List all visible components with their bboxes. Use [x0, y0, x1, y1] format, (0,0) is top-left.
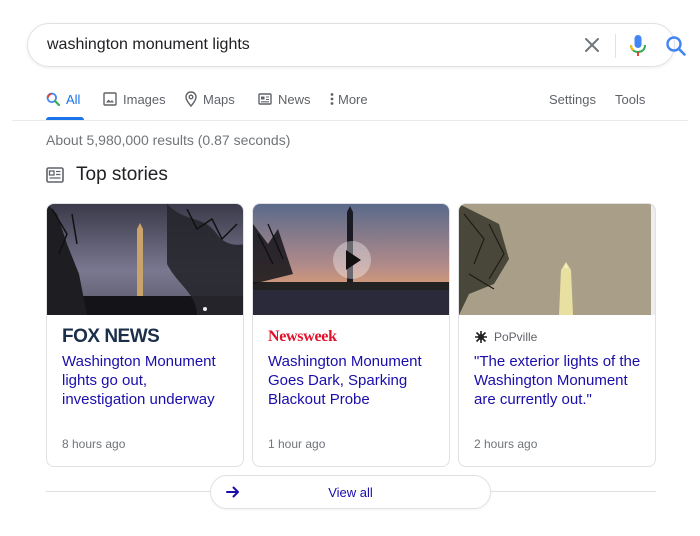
- news-icon: [258, 93, 272, 105]
- tab-maps[interactable]: Maps: [185, 86, 235, 112]
- tools-link[interactable]: Tools: [615, 86, 645, 112]
- newsweek-logo: Newsweek: [268, 328, 337, 345]
- story-headline[interactable]: Washington Monument lights go out, inves…: [62, 352, 232, 409]
- story-headline[interactable]: Washington Monument Goes Dark, Sparking …: [268, 352, 438, 409]
- story-card[interactable]: FOX NEWS Washington Monument lights go o…: [46, 203, 244, 467]
- news-icon: [46, 167, 64, 183]
- story-source: Newsweek: [268, 327, 337, 347]
- search-icon: [46, 92, 60, 106]
- tools-label: Tools: [615, 91, 646, 107]
- more-vert-icon: [330, 93, 334, 105]
- search-tabs: All Images Maps News More Settings Tools: [0, 86, 700, 112]
- story-thumbnail: [459, 204, 655, 315]
- tab-more-label: More: [338, 91, 368, 107]
- tabs-divider: [12, 120, 688, 121]
- clear-icon[interactable]: [582, 35, 602, 55]
- result-stats: About 5,980,000 results (0.87 seconds): [46, 132, 291, 148]
- settings-label: Settings: [549, 91, 596, 107]
- popville-source: PoPville: [474, 330, 537, 344]
- view-all-button[interactable]: View all: [210, 475, 491, 509]
- tab-maps-label: Maps: [203, 91, 235, 107]
- tab-more[interactable]: More: [330, 86, 368, 112]
- fox-news-logo: FOX NEWS: [62, 326, 160, 347]
- source-name: PoPville: [494, 330, 538, 344]
- map-pin-icon: [185, 91, 197, 107]
- tab-all[interactable]: All: [46, 86, 80, 112]
- story-thumbnail: [47, 204, 243, 315]
- top-stories-heading: Top stories: [46, 164, 168, 186]
- story-thumbnail: [253, 204, 449, 315]
- tab-news-label: News: [278, 91, 311, 107]
- image-icon: [103, 92, 117, 106]
- story-card[interactable]: Newsweek Washington Monument Goes Dark, …: [252, 203, 450, 467]
- search-bar[interactable]: washington monument lights: [27, 23, 686, 67]
- top-stories-title: Top stories: [76, 164, 168, 185]
- story-source: PoPville: [474, 327, 537, 347]
- search-input[interactable]: washington monument lights: [47, 36, 250, 54]
- tab-news[interactable]: News: [258, 86, 311, 112]
- story-source: FOX NEWS: [62, 326, 160, 347]
- microphone-icon[interactable]: [628, 34, 648, 58]
- settings-link[interactable]: Settings: [549, 86, 596, 112]
- story-time: 8 hours ago: [62, 437, 126, 451]
- tab-images-label: Images: [123, 91, 166, 107]
- search-icon[interactable]: [665, 35, 687, 57]
- search-bar-divider: [615, 34, 616, 58]
- tab-images[interactable]: Images: [103, 86, 166, 112]
- story-headline[interactable]: "The exterior lights of the Washington M…: [474, 352, 644, 409]
- popville-logo-icon: [475, 331, 487, 343]
- story-time: 2 hours ago: [474, 437, 538, 451]
- tab-all-label: All: [66, 91, 81, 107]
- story-time: 1 hour ago: [268, 437, 326, 451]
- story-card[interactable]: PoPville "The exterior lights of the Was…: [458, 203, 656, 467]
- view-all-label: View all: [328, 485, 373, 500]
